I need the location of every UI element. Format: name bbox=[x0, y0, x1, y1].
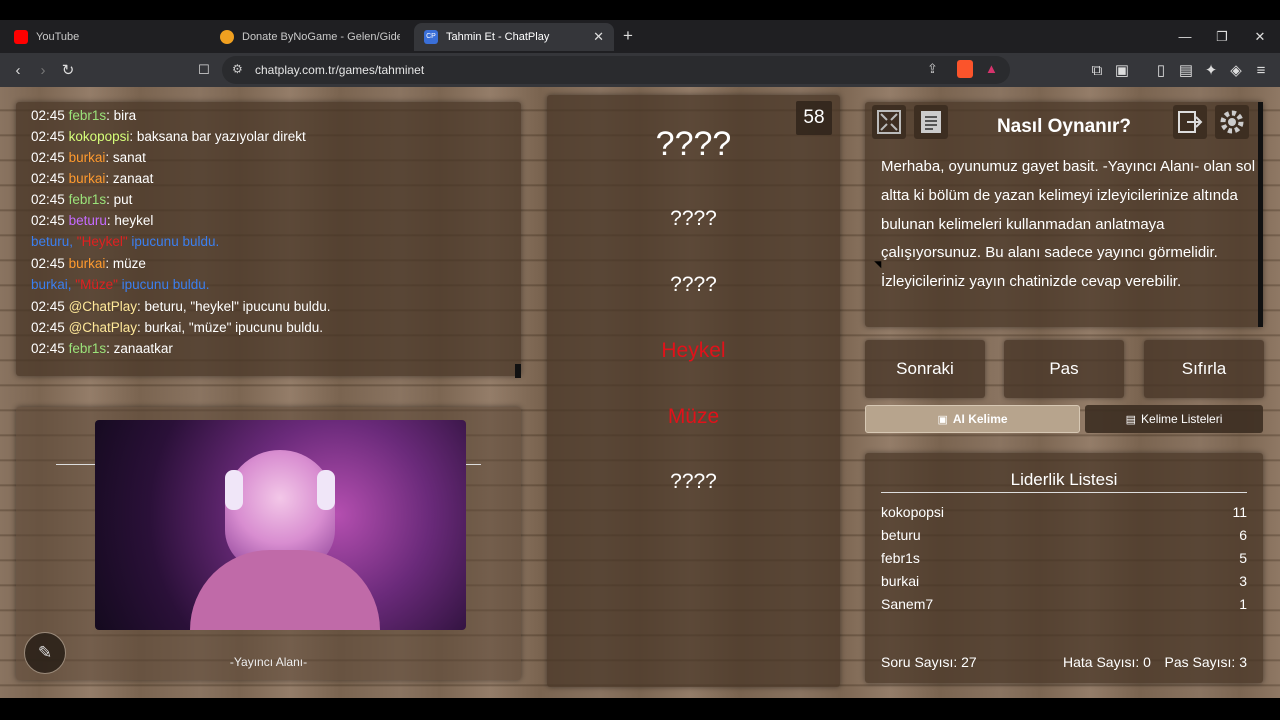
leaderboard-row: beturu 6 bbox=[881, 527, 1247, 543]
reader-icon[interactable]: ▣ bbox=[1111, 59, 1133, 81]
rewards-icon[interactable]: ▲ bbox=[985, 61, 998, 76]
divider-line bbox=[881, 492, 1247, 493]
main-word: ???? bbox=[655, 125, 732, 163]
extensions-icon[interactable]: ⧉ bbox=[1086, 59, 1108, 81]
leaderboard-title: Liderlik Listesi bbox=[1010, 470, 1118, 489]
restore-button[interactable]: ❐ bbox=[1203, 20, 1241, 53]
leaderboard-row: burkai 3 bbox=[881, 573, 1247, 589]
found-notice: burkai, "Müze" ipucunu buldu. bbox=[31, 277, 210, 292]
forward-icon[interactable]: › bbox=[32, 59, 54, 81]
chat-message: 02:45 febr1s: put bbox=[31, 192, 133, 207]
taboo-word-found: Müze bbox=[667, 405, 720, 428]
chat-message: 02:45 burkai: zanaat bbox=[31, 171, 154, 186]
chatplay-icon: CP bbox=[424, 30, 438, 44]
tab-strip: YouTube Donate ByNoGame - Gelen/Giden Ba… bbox=[0, 20, 1280, 53]
tab-youtube[interactable]: YouTube bbox=[4, 23, 204, 51]
chat-message: 02:45 febr1s: bira bbox=[31, 108, 137, 123]
leaderboard-row: febr1s 5 bbox=[881, 550, 1247, 566]
address-bar[interactable]: ⚙ chatplay.com.tr/games/tahminet ⇪ ▲ bbox=[222, 56, 1010, 84]
taboo-word: ???? bbox=[670, 470, 717, 493]
words-panel: 58 ???? ???? ???? Heykel Müze ???? bbox=[547, 95, 840, 687]
leaderboard-row: Sanem7 1 bbox=[881, 596, 1247, 612]
question-count: Soru Sayısı: 27 bbox=[881, 654, 977, 670]
headphone-right bbox=[317, 470, 335, 510]
howto-text: Merhaba, oyunumuz gayet basit. -Yayıncı … bbox=[881, 158, 1256, 291]
chat-message: 02:45 beturu: heykel bbox=[31, 213, 154, 228]
chat-message: 02:45 @ChatPlay: beturu, "heykel" ipucun… bbox=[31, 299, 331, 314]
exit-icon[interactable] bbox=[1173, 105, 1207, 139]
new-tab-button[interactable]: + bbox=[623, 26, 633, 46]
chat-message: 02:45 @ChatPlay: burkai, "müze" ipucunu … bbox=[31, 320, 323, 335]
brave-shield-icon[interactable] bbox=[957, 60, 973, 78]
sidebar-icon[interactable]: ▯ bbox=[1150, 59, 1172, 81]
list-icon: ▤ bbox=[1125, 413, 1137, 426]
headphone-left bbox=[225, 470, 243, 510]
tab-donate[interactable]: Donate ByNoGame - Gelen/Giden Ba bbox=[210, 23, 410, 51]
back-icon[interactable]: ‹ bbox=[7, 59, 29, 81]
howto-scrollbar[interactable] bbox=[1258, 102, 1263, 327]
streamer-area-label: -Yayıncı Alanı- bbox=[229, 655, 308, 669]
error-count: Hata Sayısı: 0 bbox=[1063, 654, 1151, 670]
donate-icon bbox=[220, 30, 234, 44]
leo-icon[interactable]: ✦ bbox=[1200, 59, 1222, 81]
reset-button[interactable]: Sıfırla bbox=[1144, 340, 1264, 398]
ai-word-button[interactable]: ▣ AI Kelime bbox=[865, 405, 1080, 433]
vpn-icon[interactable]: ◈ bbox=[1225, 59, 1247, 81]
bookmark-icon[interactable]: ☐ bbox=[193, 59, 215, 81]
youtube-icon bbox=[14, 30, 28, 44]
leaderboard-panel: Liderlik Listesi kokopopsi 11 beturu 6 feb… bbox=[865, 453, 1263, 683]
taboo-word-found: Heykel bbox=[661, 339, 726, 362]
wallet-icon[interactable]: ▤ bbox=[1175, 59, 1197, 81]
browser-toolbar: ‹ › ↻ ☐ ⚙ chatplay.com.tr/games/tahminet… bbox=[0, 53, 1280, 87]
tab-title: Donate ByNoGame - Gelen/Giden Ba bbox=[242, 31, 400, 43]
chat-message: 02:45 febr1s: zanaatkar bbox=[31, 341, 173, 356]
found-notice: beturu, "Heykel" ipucunu buldu. bbox=[31, 234, 220, 249]
site-info-icon[interactable]: ⚙ bbox=[232, 62, 243, 76]
next-button[interactable]: Sonraki bbox=[865, 340, 985, 398]
menu-icon[interactable]: ≡ bbox=[1250, 59, 1272, 81]
chat-message: 02:45 burkai: müze bbox=[31, 256, 146, 271]
close-tab-icon[interactable]: ✕ bbox=[593, 29, 604, 45]
url-text: chatplay.com.tr/games/tahminet bbox=[255, 63, 425, 77]
pass-count: Pas Sayısı: 3 bbox=[1164, 654, 1247, 670]
person-body bbox=[190, 550, 380, 630]
robot-icon: ▣ bbox=[937, 413, 948, 426]
bottom-bar bbox=[0, 698, 1280, 720]
close-window-button[interactable]: ✕ bbox=[1241, 20, 1279, 53]
streamer-panel: ✎ -Yayıncı Alanı- bbox=[16, 407, 521, 680]
chat-message: 02:45 kokopopsi: baksana bar yazıyolar d… bbox=[31, 129, 306, 144]
tab-chatplay[interactable]: CP Tahmin Et - ChatPlay ✕ bbox=[414, 23, 614, 51]
tab-title: Tahmin Et - ChatPlay bbox=[446, 31, 550, 43]
chat-message: 02:45 burkai: sanat bbox=[31, 150, 146, 165]
chat-panel: 02:45 febr1s: bira 02:45 kokopopsi: baks… bbox=[16, 102, 521, 378]
webcam-video bbox=[95, 420, 466, 630]
reload-icon[interactable]: ↻ bbox=[57, 59, 79, 81]
pass-button[interactable]: Pas bbox=[1004, 340, 1124, 398]
taboo-word: ???? bbox=[670, 207, 717, 230]
howto-panel: Nasıl Oynanır? Merhaba, oyunumuz gayet b… bbox=[865, 102, 1263, 327]
chat-scrollbar[interactable] bbox=[515, 364, 521, 378]
share-icon[interactable]: ⇪ bbox=[927, 61, 938, 77]
game-page: 02:45 febr1s: bira 02:45 kokopopsi: baks… bbox=[0, 87, 1280, 698]
word-lists-button[interactable]: ▤ Kelime Listeleri bbox=[1085, 405, 1263, 433]
minimize-button[interactable]: — bbox=[1166, 20, 1204, 53]
tab-title: YouTube bbox=[36, 31, 80, 43]
taboo-word: ???? bbox=[670, 273, 717, 296]
settings-gear-icon[interactable] bbox=[1215, 105, 1249, 139]
leaderboard-row: kokopopsi 11 bbox=[881, 504, 1247, 520]
